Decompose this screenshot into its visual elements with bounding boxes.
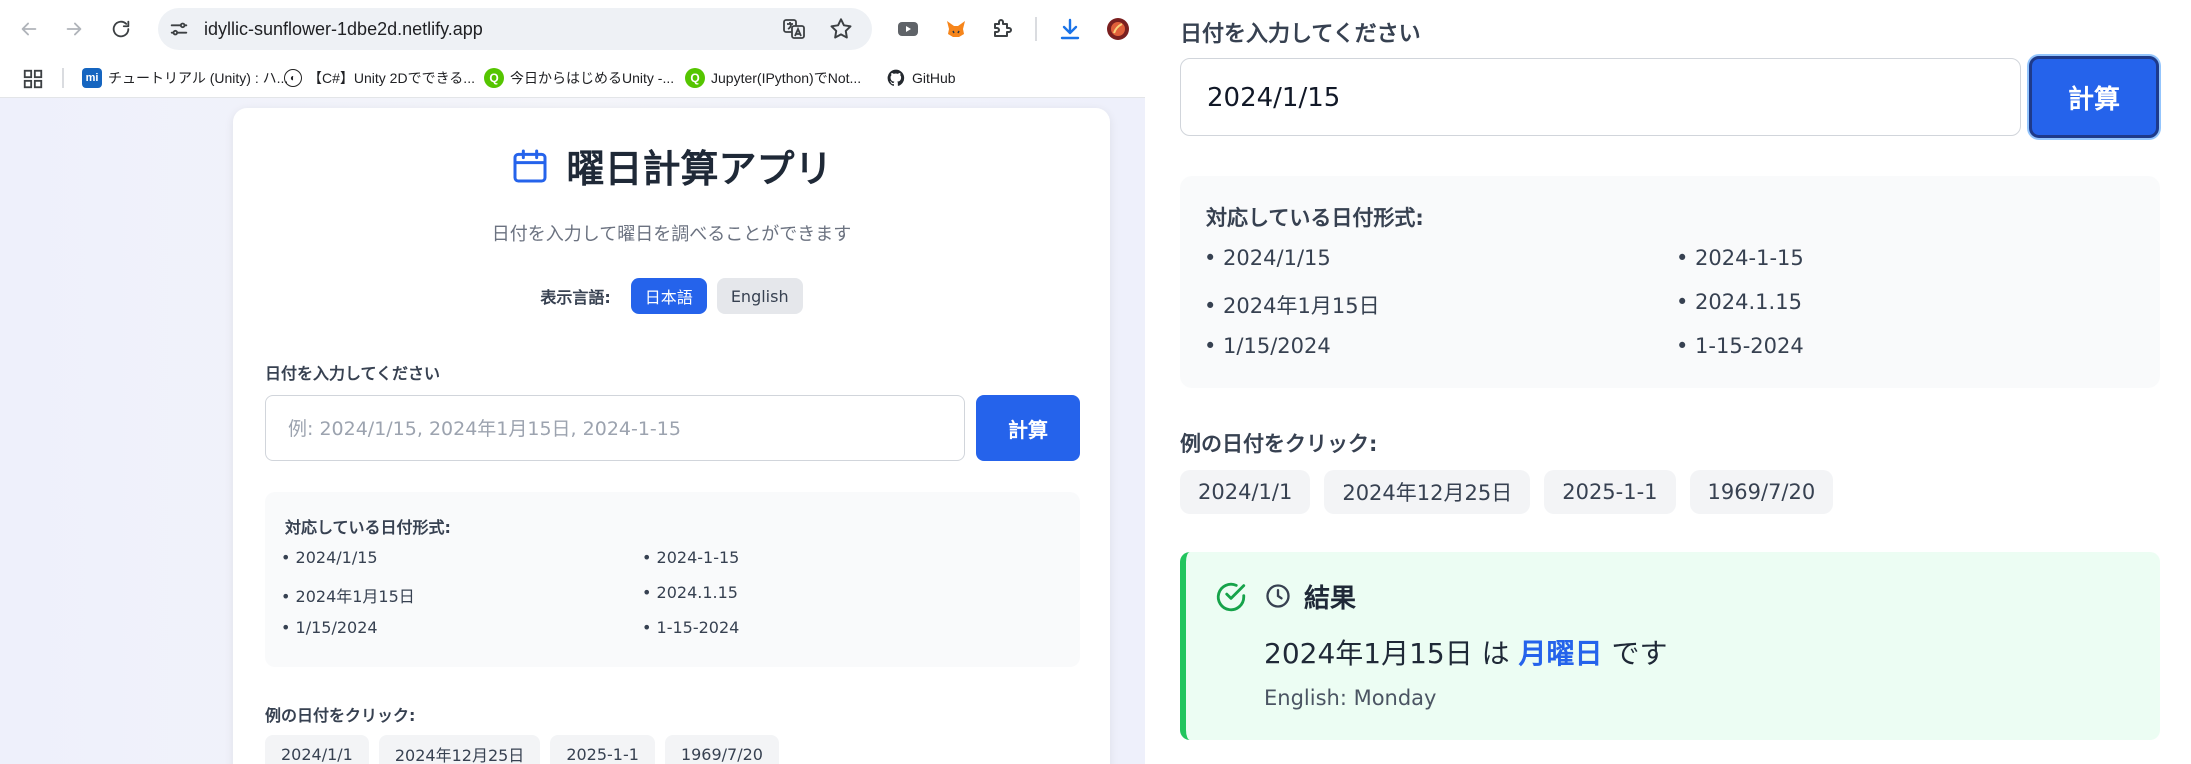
example-dates: 2024/1/1 2024年12月25日 2025-1-1 1969/7/20 [1180,470,1834,514]
format-item: • 2024年1月15日 [1204,294,1380,318]
examples-label: 例の日付をクリック: [1180,432,1378,456]
address-bar[interactable]: idyllic-sunflower-1dbe2d.netlify.app [158,8,872,50]
app-header: 曜日計算アプリ [233,138,1110,193]
bookmark-label: チュートリアル (Unity) : ハ... [108,70,289,86]
page-viewport: 曜日計算アプリ 日付を入力して曜日を調べることができます 表示言語: 日本語 E… [0,98,1145,764]
site-info-icon[interactable] [168,18,190,40]
qiita-search-icon: Q [484,68,504,88]
format-item: • 2024.1.15 [1676,290,1802,314]
example-date-chip[interactable]: 2024/1/1 [265,735,369,764]
reload-icon [112,20,130,38]
zoomed-app-view: 日付を入力してください 2024/1/15 計算 対応している日付形式: • 2… [1145,0,2191,764]
app-card: 曜日計算アプリ 日付を入力して曜日を調べることができます 表示言語: 日本語 E… [233,108,1110,764]
format-item: • 1-15-2024 [1676,334,1804,358]
format-item: • 2024-1-15 [1676,246,1804,270]
bookmark-item[interactable]: Q 今日からはじめるUnity -... [484,58,674,98]
arrow-left-icon [21,22,37,36]
date-input[interactable]: 2024/1/15 [1180,58,2021,136]
arrow-right-icon [66,22,82,36]
bookmarks-divider [62,68,64,88]
bookmarks-bar: mi チュートリアル (Unity) : ハ... ◐ 【C#】Unity 2D… [0,58,1145,98]
formats-title: 対応している日付形式: [285,518,451,537]
date-input-label: 日付を入力してください [265,364,441,383]
browser-toolbar: idyllic-sunflower-1dbe2d.netlify.app [0,0,1145,58]
result-panel: 結果 2024年1月15日 は 月曜日 です English: Monday [1180,552,2160,740]
app-subtitle: 日付を入力して曜日を調べることができます [491,224,852,245]
reload-button[interactable] [105,13,137,45]
example-date-chip[interactable]: 2025-1-1 [550,735,655,764]
examples-label: 例の日付をクリック: [265,706,416,725]
example-date-chip[interactable]: 2024/1/1 [1180,470,1311,514]
format-item: • 1-15-2024 [642,618,740,637]
translate-icon[interactable] [782,17,806,41]
downloads-button[interactable] [1054,13,1086,45]
formats-title: 対応している日付形式: [1206,206,1424,230]
result-particle: は [1481,637,1510,670]
check-circle-icon [1216,582,1246,612]
app-title: 曜日計算アプリ [566,147,833,191]
example-date-chip[interactable]: 1969/7/20 [1689,470,1834,514]
mi-icon: mi [82,68,102,88]
result-title: 結果 [1304,584,1357,614]
example-date-chip[interactable]: 2025-1-1 [1544,470,1676,514]
qiita-search-icon: Q [685,68,705,88]
language-english-button[interactable]: English [716,278,803,314]
download-icon [1060,18,1080,40]
youtube-icon [898,22,918,36]
toolbar-divider [1035,17,1037,41]
avatar-icon [1107,18,1129,40]
format-item: • 2024.1.15 [642,583,738,602]
language-label: 表示言語: [540,288,611,307]
star-icon[interactable] [828,16,854,42]
bookmark-label: Jupyter(IPython)でNot... [711,70,862,86]
fox-icon [947,21,965,37]
browser-window: idyllic-sunflower-1dbe2d.netlify.app mi … [0,0,1145,764]
language-switcher: 表示言語: 日本語 English [233,278,1110,314]
bookmark-label: 【C#】Unity 2Dでできる... [308,70,475,86]
bookmark-item[interactable]: ◐ 【C#】Unity 2Dでできる... [284,58,475,98]
bookmark-item[interactable]: Q Jupyter(IPython)でNot... [685,58,861,98]
extensions-button[interactable] [986,13,1018,45]
format-item: • 2024-1-15 [642,548,740,567]
apps-grid-icon[interactable] [22,68,44,90]
language-japanese-button[interactable]: 日本語 [630,278,707,314]
format-item: • 1/15/2024 [281,618,378,637]
format-item: • 1/15/2024 [1204,334,1331,358]
bookmark-item[interactable]: mi チュートリアル (Unity) : ハ... [82,58,288,98]
result-weekday: 月曜日 [1518,637,1603,670]
result-date: 2024年1月15日 [1264,637,1473,670]
example-date-chip[interactable]: 2024年12月25日 [1324,470,1531,514]
supported-formats-panel: 対応している日付形式: • 2024/1/15 • 2024-1-15 • 20… [265,492,1080,667]
puzzle-icon [994,19,1012,37]
supported-formats-panel: 対応している日付形式: • 2024/1/15 • 2024-1-15 • 20… [1180,176,2160,388]
forward-button[interactable] [58,13,90,45]
format-item: • 2024年1月15日 [281,587,415,606]
result-sentence: 2024年1月15日 は 月曜日 です [1264,632,1667,672]
format-item: • 2024/1/15 [281,548,378,567]
bookmark-label: GitHub [912,70,956,86]
bookmark-label: 今日からはじめるUnity -... [510,70,675,86]
example-date-chip[interactable]: 1969/7/20 [664,735,779,764]
example-dates: 2024/1/1 2024年12月25日 2025-1-1 1969/7/20 [265,735,779,764]
youtube-extension-icon[interactable] [892,13,924,45]
profile-avatar[interactable] [1102,13,1134,45]
bookmark-item[interactable]: GitHub [886,58,956,98]
result-english: English: Monday [1264,686,1437,710]
github-icon [887,69,905,86]
back-button[interactable] [13,13,45,45]
metamask-extension-icon[interactable] [940,13,972,45]
calculate-button[interactable]: 計算 [2029,56,2159,138]
date-input[interactable]: 例: 2024/1/15, 2024年1月15日, 2024-1-15 [265,395,965,461]
format-item: • 2024/1/15 [1204,246,1331,270]
example-date-chip[interactable]: 2024年12月25日 [378,735,541,764]
url-text[interactable]: idyllic-sunflower-1dbe2d.netlify.app [204,8,483,50]
calculate-button[interactable]: 計算 [976,395,1080,461]
clock-icon [1266,584,1290,608]
calendar-icon [513,149,547,182]
date-input-label: 日付を入力してください [1180,22,1421,47]
unity-icon: ◐ [284,69,302,87]
result-suffix: です [1611,637,1668,670]
